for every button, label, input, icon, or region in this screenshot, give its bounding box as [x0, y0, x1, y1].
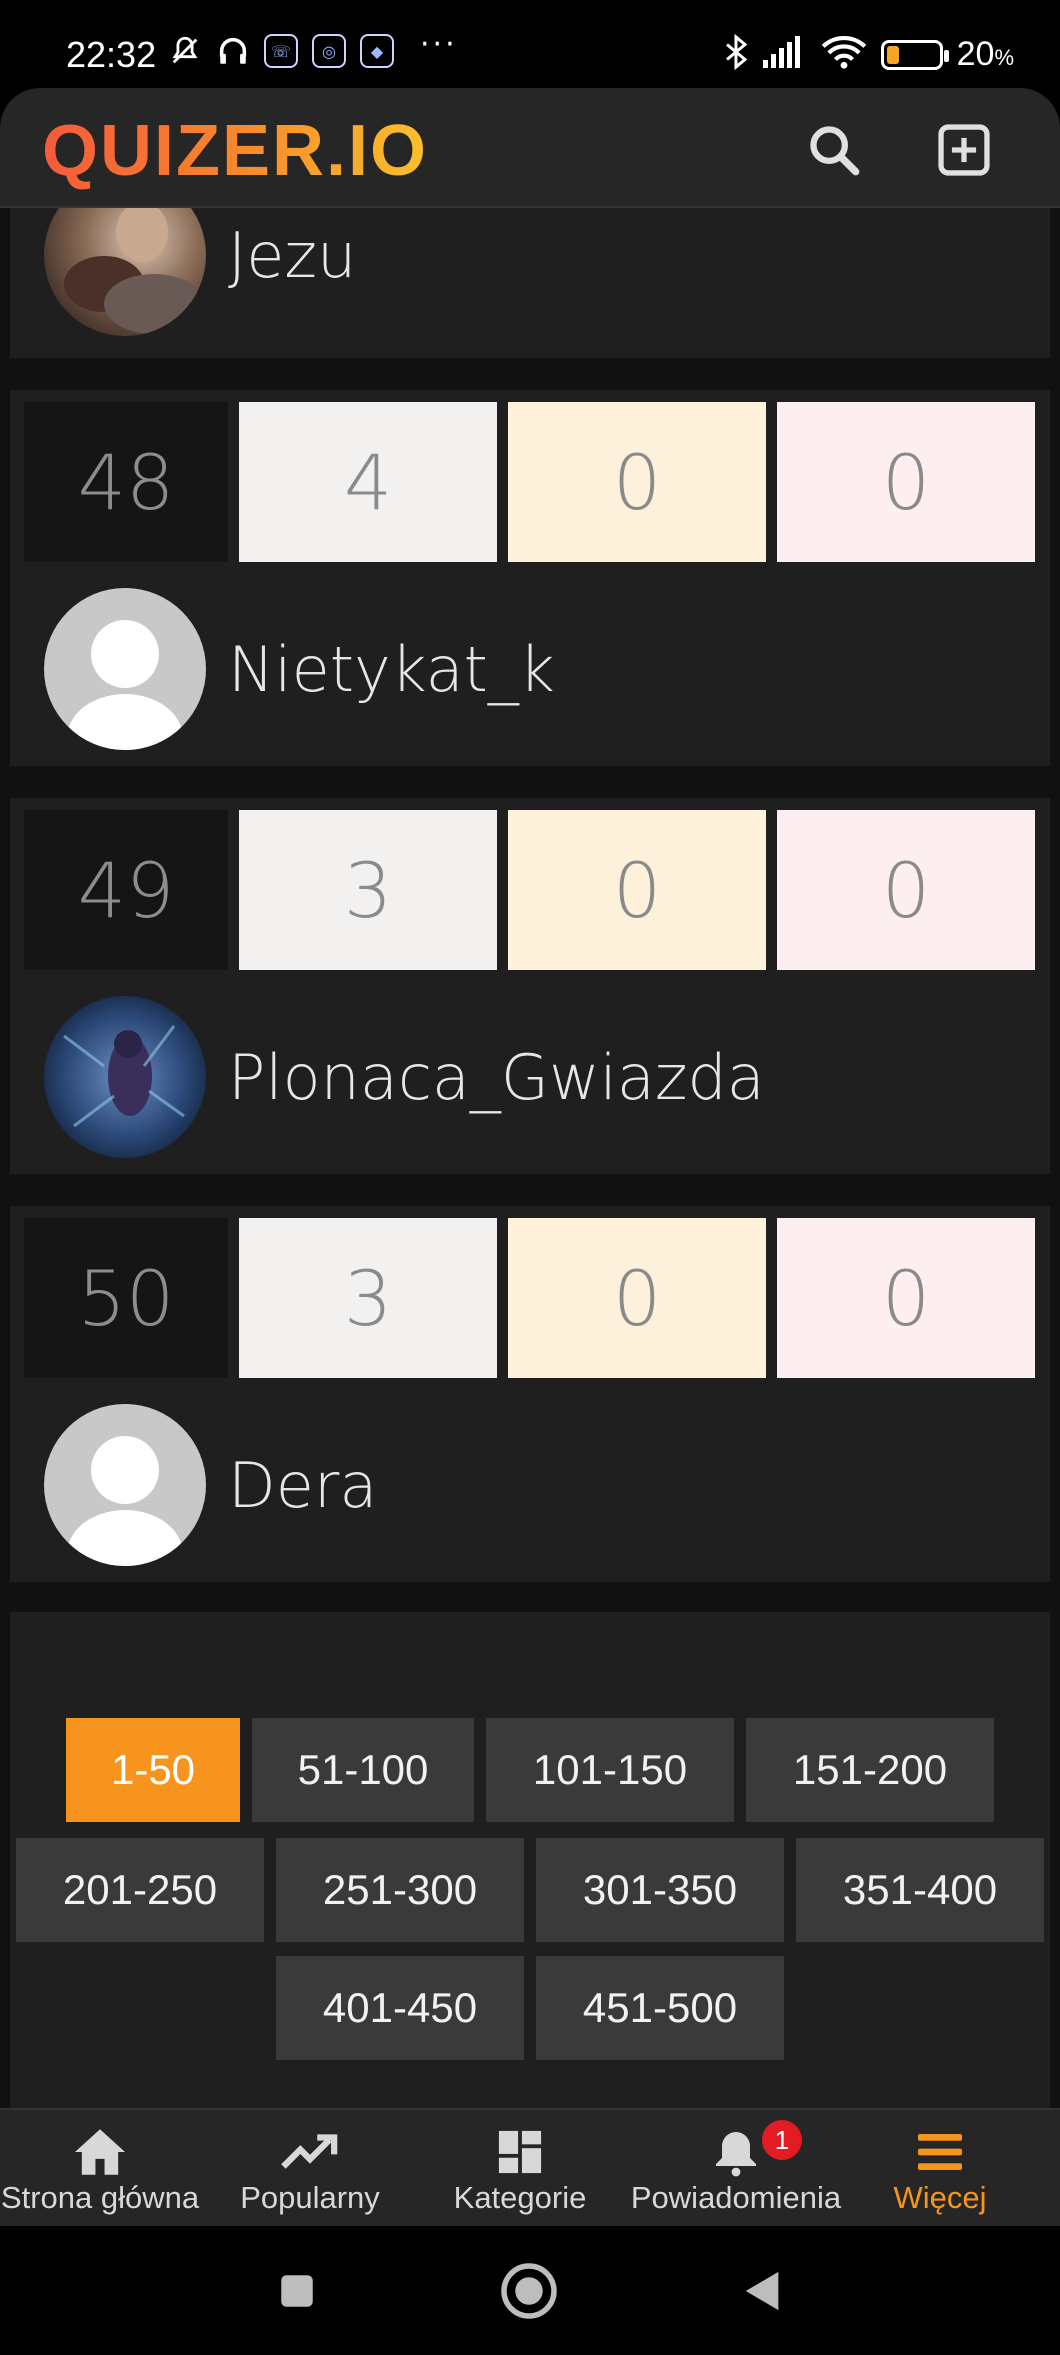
page-button-1-50[interactable]: 1-50	[66, 1718, 240, 1822]
clock: 22:32	[66, 34, 157, 75]
back-button[interactable]	[728, 2256, 798, 2326]
page-button-401-450[interactable]: 401-450	[276, 1956, 524, 2060]
score-third: 0	[777, 1218, 1035, 1378]
nav-categories-label: Kategorie	[453, 2180, 587, 2215]
recents-button[interactable]	[262, 2256, 332, 2326]
page-button-251-300[interactable]: 251-300	[276, 1838, 524, 1942]
more-notifications-icon: ···	[420, 26, 458, 62]
home-icon	[72, 2124, 128, 2180]
default-avatar-icon	[44, 588, 206, 750]
notification-badge: 1	[762, 2120, 802, 2160]
rank: 49	[24, 810, 228, 970]
nav-home-label: Strona główna	[0, 2180, 200, 2215]
rank: 48	[24, 402, 228, 562]
nav-notifications-label: Powiadomienia	[630, 2180, 842, 2215]
score-first: 3	[239, 1218, 497, 1378]
username[interactable]: Nietykat_k	[228, 633, 555, 706]
add-icon	[938, 124, 990, 176]
page-button-451-500[interactable]: 451-500	[536, 1956, 784, 2060]
leaderboard-entry[interactable]: 49 3 0 0 Plonaca_Gwiazda	[10, 798, 1050, 1174]
nav-popular-label: Popularny	[240, 2180, 380, 2215]
score-third: 0	[777, 402, 1035, 562]
page-button-151-200[interactable]: 151-200	[746, 1718, 994, 1822]
avatar	[44, 208, 206, 336]
username[interactable]: Dera	[228, 1449, 377, 1522]
bell-icon	[712, 2124, 760, 2180]
nav-more[interactable]: Więcej	[850, 2124, 1030, 2216]
score-second: 0	[508, 810, 766, 970]
dashboard-icon	[497, 2124, 543, 2180]
nav-home[interactable]: Strona główna	[0, 2124, 200, 2216]
page-button-351-400[interactable]: 351-400	[796, 1838, 1044, 1942]
headphones-icon	[216, 34, 250, 68]
nav-popular[interactable]: Popularny	[210, 2124, 410, 2216]
signal-icon	[762, 36, 807, 73]
back-icon	[745, 2271, 779, 2311]
score-first: 4	[239, 402, 497, 562]
bluetooth-icon	[723, 33, 749, 75]
score-second: 0	[508, 1218, 766, 1378]
status-bar: 22:32 ☏ ◎ ◆ ··· 20%	[0, 0, 1060, 88]
page-button-301-350[interactable]: 301-350	[536, 1838, 784, 1942]
leaderboard-entry[interactable]: Jezu	[10, 208, 1050, 358]
app-icon: ◆	[360, 34, 394, 68]
leaderboard-entry[interactable]: 50 3 0 0 Dera	[10, 1206, 1050, 1582]
recents-icon	[281, 2275, 313, 2307]
score-second: 0	[508, 402, 766, 562]
home-icon	[501, 2263, 557, 2319]
nav-notifications[interactable]: Powiadomienia	[626, 2124, 846, 2216]
menu-icon	[916, 2124, 964, 2180]
mute-icon	[168, 34, 202, 68]
score-third: 0	[777, 810, 1035, 970]
battery-icon	[880, 39, 949, 70]
home-button[interactable]	[494, 2256, 564, 2326]
app-header: QUIZER.IO	[0, 88, 1060, 208]
leaderboard-entry[interactable]: 48 4 0 0 Nietykat_k	[10, 390, 1050, 766]
system-navigation	[0, 2226, 1060, 2355]
nav-categories[interactable]: Kategorie	[420, 2124, 620, 2216]
search-icon	[810, 126, 860, 176]
pagination: 1-50 51-100 101-150 151-200 201-250 251-…	[10, 1612, 1050, 2108]
rank: 50	[24, 1218, 228, 1378]
battery-percent: 20	[956, 35, 995, 73]
score-first: 3	[239, 810, 497, 970]
username[interactable]: Plonaca_Gwiazda	[228, 1041, 765, 1114]
search-button[interactable]	[802, 118, 866, 182]
avatar	[44, 996, 206, 1158]
wifi-icon	[821, 35, 867, 74]
page-button-101-150[interactable]: 101-150	[486, 1718, 734, 1822]
page-button-51-100[interactable]: 51-100	[252, 1718, 474, 1822]
nav-more-label: Więcej	[893, 2180, 987, 2215]
logo[interactable]: QUIZER.IO	[42, 110, 428, 192]
call-icon: ☏	[264, 34, 298, 68]
app-icon: ◎	[312, 34, 346, 68]
trending-icon	[281, 2124, 339, 2180]
username[interactable]: Jezu	[228, 219, 356, 292]
default-avatar-icon	[44, 1404, 206, 1566]
page-button-201-250[interactable]: 201-250	[16, 1838, 264, 1942]
add-quiz-button[interactable]	[932, 118, 996, 182]
bottom-navigation: Strona główna Popularny Kategorie Powiad…	[0, 2108, 1060, 2226]
